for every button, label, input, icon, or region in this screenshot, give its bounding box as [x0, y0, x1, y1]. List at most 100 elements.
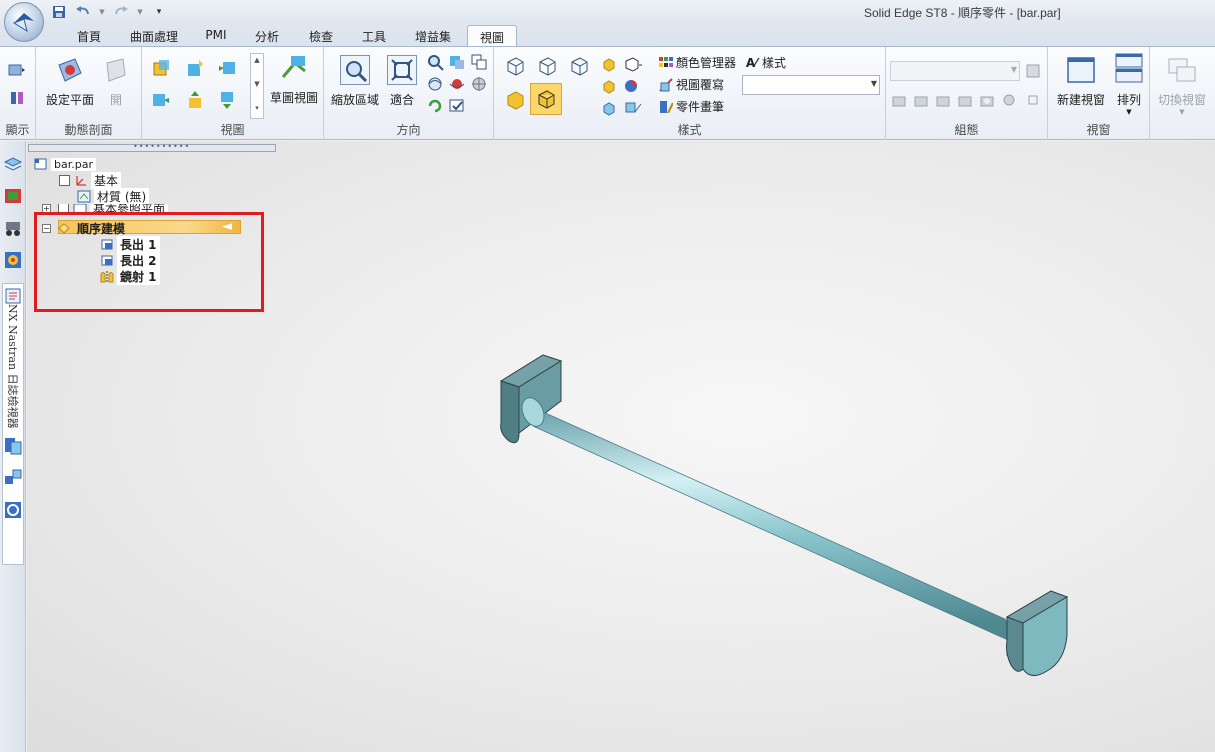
- results-icon[interactable]: [2, 249, 24, 271]
- tab-pmi[interactable]: PMI: [198, 25, 234, 46]
- style-combobox[interactable]: ▼: [742, 75, 880, 95]
- base-planes-checkbox[interactable]: [58, 204, 69, 212]
- tree-base-planes-node[interactable]: + 基本參照平面: [42, 204, 169, 212]
- config-tool-4-icon[interactable]: [956, 89, 974, 111]
- feature-library-icon[interactable]: [2, 185, 24, 207]
- redo-dropdown-icon[interactable]: ▼: [136, 3, 144, 21]
- config-tool-2-icon[interactable]: [912, 89, 930, 111]
- rotate-icon[interactable]: [424, 73, 446, 95]
- open-button[interactable]: 開: [100, 55, 132, 108]
- styles-label: 樣式: [762, 56, 787, 70]
- grip-dots-icon: ••••••••••: [133, 142, 191, 151]
- zoom-icon[interactable]: [424, 51, 446, 73]
- group-orientation: 縮放區域 適合 方向: [324, 47, 494, 140]
- part-painter-label: 零件畫筆: [676, 100, 725, 114]
- customize-qat-icon[interactable]: ▾: [150, 3, 168, 21]
- view-front-icon[interactable]: [184, 57, 206, 79]
- relationships-icon[interactable]: [2, 467, 24, 489]
- quick-access-toolbar: ▼ ▼ ▾: [50, 2, 168, 22]
- sketch-view-button[interactable]: 草圖視圖: [266, 53, 322, 106]
- settings-icon[interactable]: [2, 499, 24, 521]
- undo-icon[interactable]: [74, 3, 92, 21]
- group-label-configuration: 組態: [954, 123, 979, 137]
- camera-icon[interactable]: [978, 89, 996, 111]
- wireframe-icon[interactable]: [502, 53, 528, 79]
- save-configuration-icon[interactable]: [1022, 60, 1044, 82]
- tree-material-label: 材質 (無): [94, 188, 150, 205]
- tab-view[interactable]: 視圖: [467, 25, 517, 46]
- refresh-view-icon[interactable]: [424, 95, 446, 117]
- color-manager-button[interactable]: 顏色管理器: [658, 54, 736, 71]
- application-button[interactable]: [4, 2, 44, 42]
- pathfinder-resize-handle[interactable]: ••••••••••: [28, 142, 276, 152]
- tree-base-node[interactable]: 基本: [59, 172, 122, 189]
- shaded-icon[interactable]: [502, 87, 528, 113]
- shadow-icon[interactable]: [598, 75, 620, 97]
- save-icon[interactable]: [50, 3, 68, 21]
- hidden-edges-icon[interactable]: [566, 53, 592, 79]
- previous-view-icon[interactable]: [468, 51, 490, 73]
- view-top-icon[interactable]: [150, 57, 172, 79]
- group-label-views: 視圖: [220, 123, 245, 137]
- tab-home[interactable]: 首頁: [68, 25, 110, 46]
- tab-surfacing[interactable]: 曲面處理: [122, 25, 186, 46]
- show-display-icon[interactable]: [6, 59, 28, 81]
- tab-tools[interactable]: 工具: [354, 25, 394, 46]
- log-viewer-icon: [5, 288, 21, 304]
- tab-addins[interactable]: 增益集: [406, 25, 460, 46]
- part-file-icon: [33, 157, 48, 171]
- config-tool-7-icon[interactable]: [1024, 89, 1042, 111]
- perspective-icon[interactable]: [622, 53, 644, 75]
- common-views-icon[interactable]: [468, 73, 490, 95]
- pan-icon[interactable]: [446, 51, 468, 73]
- redo-icon[interactable]: [112, 3, 130, 21]
- config-tool-3-icon[interactable]: [934, 89, 952, 111]
- fit-button[interactable]: 適合: [384, 55, 420, 108]
- view-overrides-button[interactable]: 視圖覆寫: [658, 76, 724, 93]
- lighting-icon[interactable]: [622, 75, 644, 97]
- arrange-button[interactable]: 排列 ▼: [1112, 53, 1146, 116]
- reflective-icon[interactable]: [598, 97, 620, 119]
- config-tool-1-icon[interactable]: [890, 89, 908, 111]
- new-window-label: 新建視窗: [1056, 93, 1105, 107]
- simulation-icon[interactable]: [2, 217, 24, 239]
- title-bar: ▼ ▼ ▾ Solid Edge ST8 - 順序零件 - [bar.par]: [0, 0, 1215, 42]
- view-right-icon[interactable]: [216, 57, 238, 79]
- zoom-area-button[interactable]: 縮放區域: [328, 55, 382, 108]
- nx-nastran-log-viewer-tab[interactable]: NX Nastran 日誌檢視器: [2, 283, 24, 565]
- show-panel-icon[interactable]: [6, 87, 28, 109]
- configuration-combobox[interactable]: ▼: [890, 61, 1020, 81]
- named-views-icon[interactable]: [446, 95, 468, 117]
- group-configuration: ▼ 組態: [886, 47, 1048, 140]
- fit-label: 適合: [389, 93, 414, 107]
- part-painter-button[interactable]: 零件畫筆: [658, 98, 724, 115]
- views-gallery-scroll[interactable]: ▲ ▼ ▾: [250, 53, 264, 119]
- shaded-visible-edges-icon[interactable]: [530, 83, 562, 115]
- undo-dropdown-icon[interactable]: ▼: [98, 3, 106, 21]
- new-window-button[interactable]: 新建視窗: [1052, 55, 1110, 108]
- tab-evaluate[interactable]: 檢查: [300, 25, 342, 46]
- view-back-icon[interactable]: [216, 89, 238, 111]
- view-left-icon[interactable]: [150, 89, 172, 111]
- chevron-down-icon: ▼: [1010, 65, 1017, 74]
- spin-about-icon[interactable]: [446, 73, 468, 95]
- base-planes-expander[interactable]: +: [42, 204, 51, 212]
- part-painter-icon: [658, 100, 673, 114]
- floor-reflection-icon[interactable]: [622, 97, 644, 119]
- layers-icon[interactable]: [2, 153, 24, 175]
- config-tool-6-icon[interactable]: [1000, 89, 1018, 111]
- switch-window-button[interactable]: 切換視窗 ▼: [1154, 55, 1210, 116]
- view-overrides-icon: [658, 77, 673, 92]
- tree-root-node[interactable]: bar.par: [33, 157, 96, 171]
- right-end-plate: [1005, 590, 1069, 676]
- view-bottom-icon[interactable]: [184, 89, 206, 111]
- styles-button[interactable]: A⁄ 樣式: [744, 54, 786, 71]
- visible-edges-icon[interactable]: [534, 53, 560, 79]
- sensors-icon[interactable]: [2, 435, 24, 457]
- tab-inspect[interactable]: 分析: [246, 25, 288, 46]
- tree-material-node[interactable]: 材質 (無): [76, 188, 150, 205]
- view-style-icon[interactable]: [598, 53, 620, 75]
- rod-body: [521, 397, 1020, 646]
- set-plane-button[interactable]: 設定平面: [42, 55, 98, 108]
- base-visibility-checkbox[interactable]: [59, 175, 70, 186]
